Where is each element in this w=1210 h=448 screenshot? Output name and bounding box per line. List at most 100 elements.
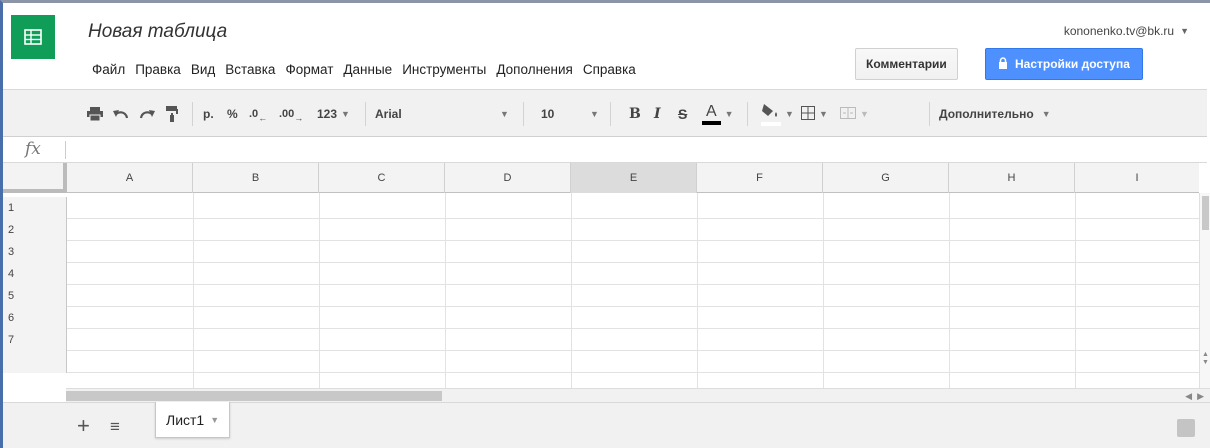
- menu-tools[interactable]: Инструменты: [397, 62, 491, 77]
- row-header[interactable]: 5: [3, 285, 67, 307]
- column-header-h[interactable]: H: [949, 163, 1075, 193]
- column-header-d[interactable]: D: [445, 163, 571, 193]
- formula-bar: fx: [3, 137, 1207, 163]
- increase-decimal-button[interactable]: .00 →: [279, 90, 303, 138]
- table-row[interactable]: [3, 351, 1199, 373]
- sheet-tab[interactable]: Лист1 ▼: [155, 402, 231, 438]
- borders-button[interactable]: ▼: [801, 90, 828, 138]
- percent-format-button[interactable]: %: [227, 90, 238, 138]
- arrow-right-icon: →: [294, 112, 304, 123]
- decrease-decimal-button[interactable]: .0 ←: [249, 90, 267, 138]
- borders-icon: [801, 105, 815, 123]
- share-label: Настройки доступа: [1015, 57, 1130, 71]
- table-row[interactable]: 6: [3, 307, 1199, 329]
- font-family-dropdown[interactable]: Arial: [375, 90, 402, 138]
- dropdown-arrow-icon: ▼: [785, 109, 794, 119]
- toolbar-divider: [610, 102, 611, 126]
- select-all-corner[interactable]: [3, 163, 67, 193]
- column-header-f[interactable]: F: [697, 163, 823, 193]
- account-menu[interactable]: kononenko.tv@bk.ru ▼: [1064, 24, 1189, 38]
- bold-button[interactable]: B: [629, 90, 641, 138]
- chevron-down-icon: ▼: [1180, 26, 1189, 36]
- table-row[interactable]: 5: [3, 285, 1199, 307]
- paint-bucket-icon: [761, 103, 781, 126]
- decrease-decimal-label: .0: [249, 108, 259, 120]
- table-row[interactable]: 1: [3, 197, 1199, 219]
- sheet-tab-label: Лист1: [166, 411, 205, 428]
- row-header[interactable]: 3: [3, 241, 67, 263]
- sheet-list-icon[interactable]: ≡: [110, 417, 120, 437]
- row-header[interactable]: 6: [3, 307, 67, 329]
- horizontal-scrollbar[interactable]: ◀ ▶: [66, 388, 1210, 402]
- dropdown-arrow-icon: ▼: [819, 109, 828, 119]
- row-header[interactable]: 4: [3, 263, 67, 285]
- dropdown-arrow-icon: ▼: [860, 109, 869, 119]
- menu-file[interactable]: Файл: [87, 62, 130, 77]
- menu-data[interactable]: Данные: [338, 62, 397, 77]
- more-label: Дополнительно: [939, 107, 1034, 121]
- menu-format[interactable]: Формат: [280, 62, 338, 77]
- more-formats-label: 123: [317, 107, 338, 121]
- print-icon[interactable]: [87, 90, 103, 138]
- add-sheet-icon[interactable]: +: [77, 413, 90, 439]
- column-header-c[interactable]: C: [319, 163, 445, 193]
- user-email: kononenko.tv@bk.ru: [1063, 24, 1175, 38]
- menu-edit[interactable]: Правка: [130, 62, 186, 77]
- currency-format-button[interactable]: р.: [203, 90, 214, 138]
- vertical-scrollbar[interactable]: ▲ ▼: [1199, 193, 1210, 388]
- table-row[interactable]: 2: [3, 219, 1199, 241]
- undo-icon[interactable]: [113, 90, 129, 138]
- row-header[interactable]: 2: [3, 219, 67, 241]
- column-header-i[interactable]: I: [1075, 163, 1199, 193]
- increase-decimal-label: .00: [279, 108, 295, 120]
- italic-button[interactable]: I: [654, 90, 661, 138]
- header: Новая таблица Файл Правка Вид Вставка Фо…: [3, 3, 1207, 89]
- row-header[interactable]: 7: [3, 329, 67, 351]
- function-icon: fx: [25, 139, 41, 159]
- sheets-logo-icon[interactable]: [11, 15, 55, 59]
- paint-format-icon[interactable]: [166, 90, 178, 138]
- font-size-arrow-icon[interactable]: ▼: [586, 90, 599, 138]
- menu-help[interactable]: Справка: [578, 62, 641, 77]
- sheet-tab-bar: + ≡ Лист1 ▼: [3, 402, 1210, 448]
- menu-addons[interactable]: Дополнения: [491, 62, 577, 77]
- menu-view[interactable]: Вид: [186, 62, 220, 77]
- table-row[interactable]: 4: [3, 263, 1199, 285]
- table-row[interactable]: 7: [3, 329, 1199, 351]
- strikethrough-button[interactable]: S: [678, 90, 687, 138]
- vertical-scroll-thumb[interactable]: [1202, 196, 1209, 230]
- document-title[interactable]: Новая таблица: [88, 21, 227, 43]
- share-button[interactable]: Настройки доступа: [985, 48, 1143, 80]
- merge-cells-button[interactable]: ▼: [840, 90, 869, 138]
- more-formats-dropdown[interactable]: 123 ▼: [317, 90, 350, 138]
- text-color-icon: A: [702, 103, 721, 125]
- scroll-arrows-icon[interactable]: ▲ ▼: [1202, 351, 1209, 367]
- menu-insert[interactable]: Вставка: [220, 62, 280, 77]
- font-family-arrow-icon[interactable]: ▼: [496, 90, 509, 138]
- table-row[interactable]: 3: [3, 241, 1199, 263]
- column-header-a[interactable]: A: [67, 163, 193, 193]
- formula-input[interactable]: [73, 137, 1193, 163]
- text-color-button[interactable]: A ▼: [702, 90, 734, 138]
- font-size-dropdown[interactable]: 10: [541, 90, 554, 138]
- fill-color-button[interactable]: ▼: [761, 90, 794, 138]
- dropdown-arrow-icon: ▼: [724, 109, 734, 119]
- scroll-left-right-icon[interactable]: ◀ ▶: [1185, 389, 1204, 403]
- horizontal-scroll-thumb[interactable]: [66, 391, 442, 401]
- redo-icon[interactable]: [139, 90, 155, 138]
- column-header-b[interactable]: B: [193, 163, 319, 193]
- more-dropdown[interactable]: Дополнительно ▼: [939, 90, 1051, 138]
- chevron-down-icon[interactable]: ▼: [210, 415, 219, 425]
- explore-icon[interactable]: [1177, 419, 1195, 437]
- column-header-row: A B C D E F G H I: [3, 163, 1199, 193]
- toolbar-divider: [523, 102, 524, 126]
- font-family-value: Arial: [375, 107, 402, 121]
- column-header-e[interactable]: E: [571, 163, 697, 193]
- row-header[interactable]: [3, 351, 67, 373]
- column-header-g[interactable]: G: [823, 163, 949, 193]
- comments-button[interactable]: Комментарии: [855, 48, 958, 80]
- toolbar-divider: [192, 102, 193, 126]
- menu-bar: Файл Правка Вид Вставка Формат Данные Ин…: [87, 62, 641, 77]
- row-header[interactable]: 1: [3, 197, 67, 219]
- font-size-value: 10: [541, 107, 555, 121]
